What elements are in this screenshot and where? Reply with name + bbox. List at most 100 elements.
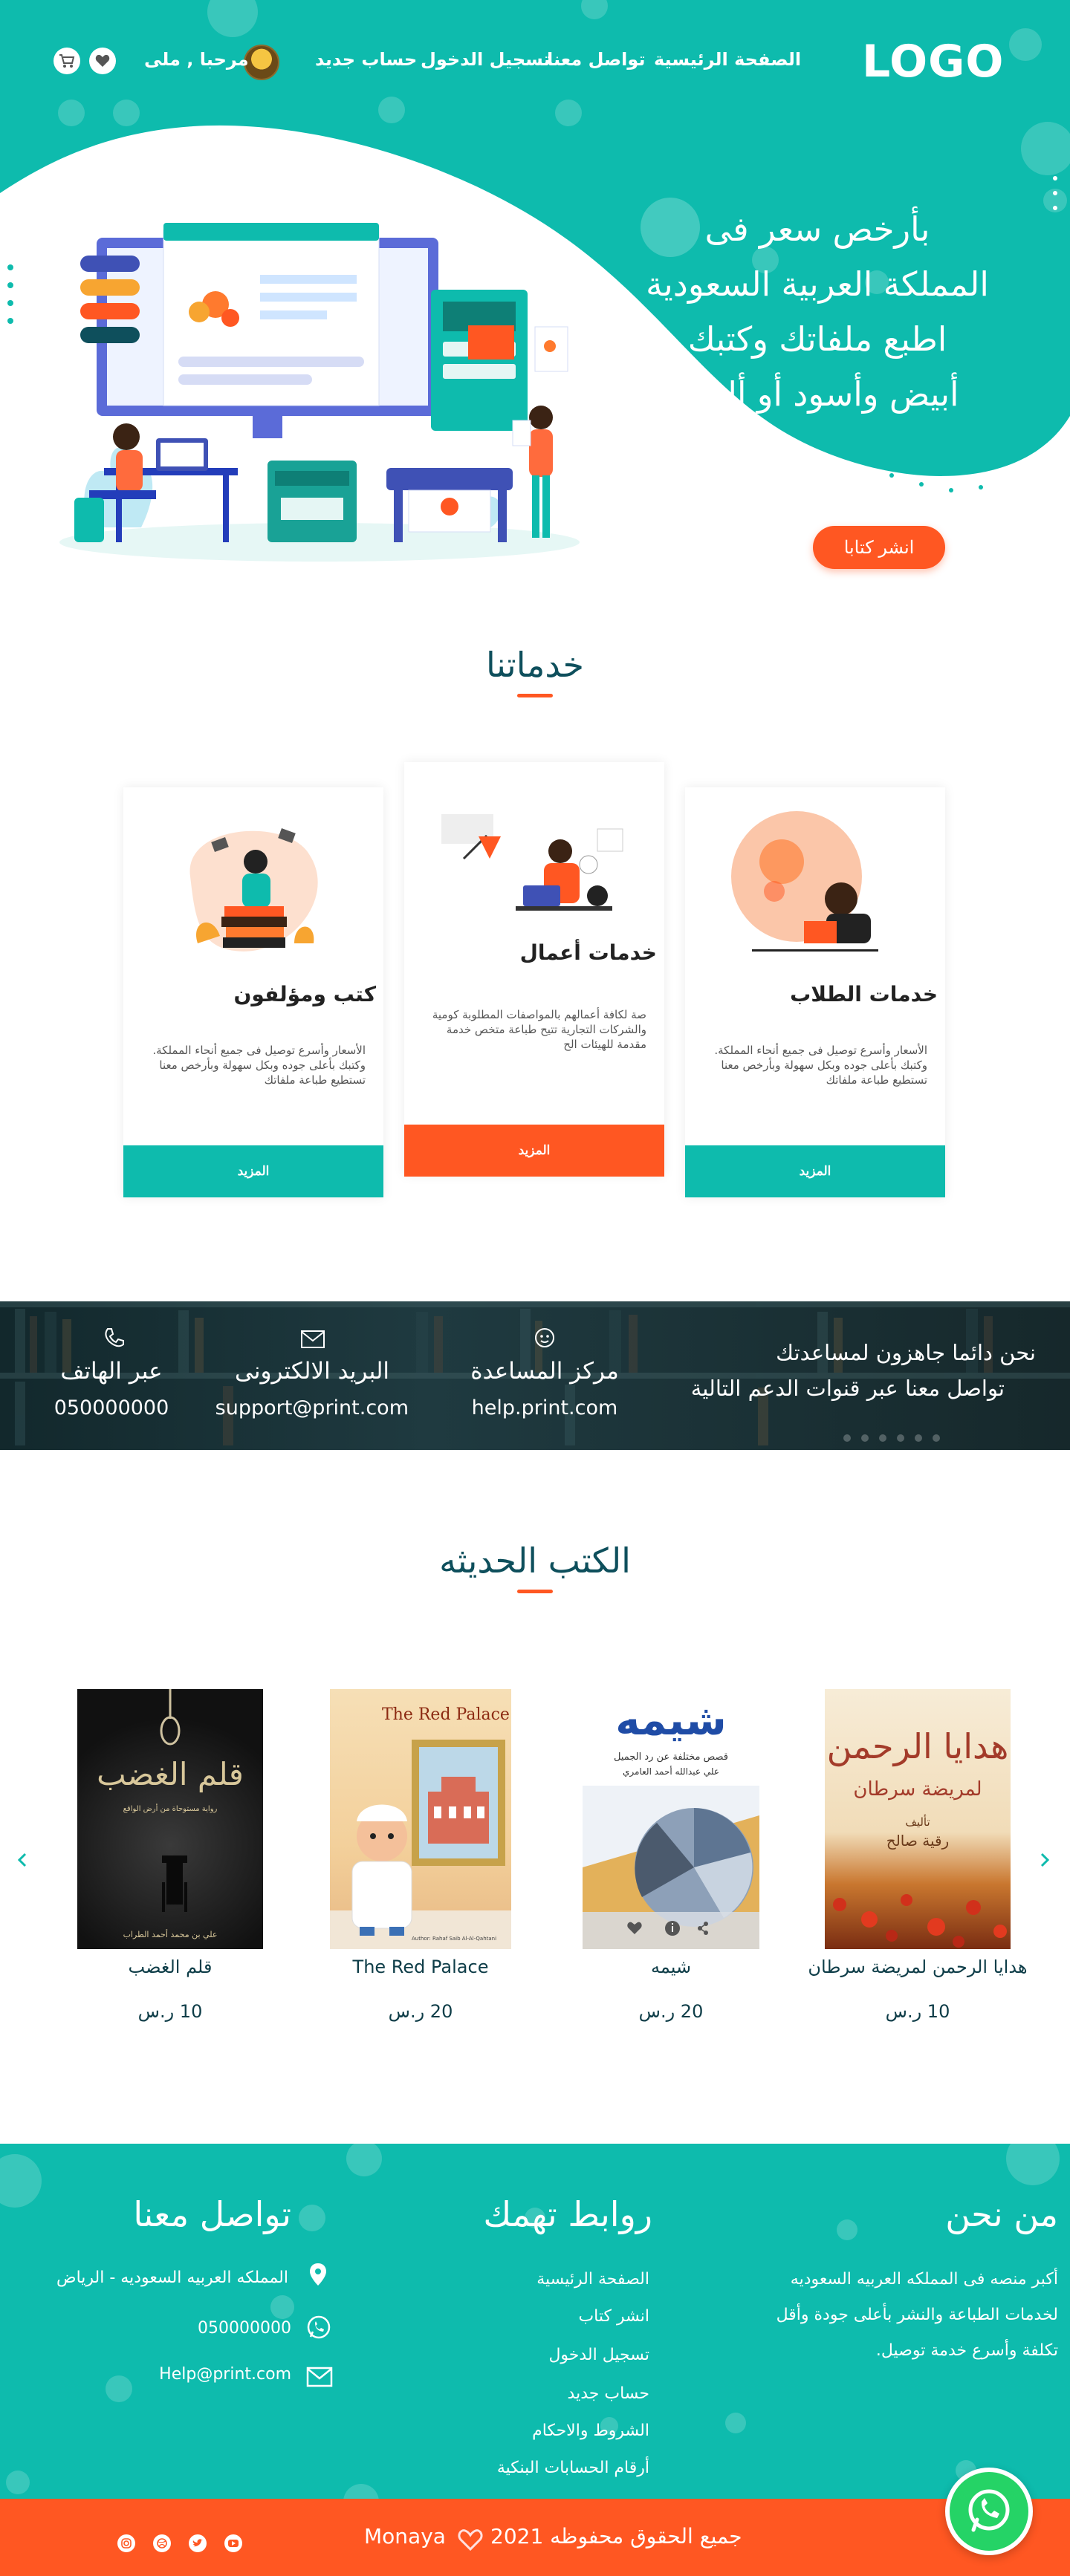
book-cover[interactable]: قلم الغضب رواية مستوحاة من أرض الواقع عل… xyxy=(77,1689,263,1949)
service-card-more-button[interactable]: المزيد xyxy=(404,1125,664,1177)
hero-headline-line-4: أبيض وأسود أو ألوان xyxy=(675,374,959,414)
youtube-link[interactable] xyxy=(224,2534,242,2552)
phone-support-number[interactable]: 050000000 xyxy=(45,1396,178,1419)
book-price: 10 ر.س xyxy=(137,2001,203,2022)
service-card-more-button[interactable]: المزيد xyxy=(123,1145,383,1197)
book-cover-heading: The Red Palace xyxy=(382,1705,510,1724)
carousel-prev-arrow[interactable] xyxy=(15,1850,30,1874)
authors-illustration xyxy=(189,828,318,952)
book-cover-author: علي بن محمد أحمد الطراب xyxy=(123,1930,218,1939)
footer-link-bank-accounts[interactable]: أرقام الحسابات البنكية xyxy=(497,2459,649,2477)
heart-icon xyxy=(458,2529,483,2551)
services-title: خدماتنا xyxy=(486,645,584,685)
help-center-link[interactable]: help.print.com xyxy=(461,1396,629,1419)
dribbble-link[interactable] xyxy=(153,2534,171,2552)
site-footer: من نحن أكبر منصه فى المملكه العربيه السع… xyxy=(0,2144,1070,2499)
footer-about-line: لخدمات الطباعة والنشر بأعلى جودة وأقل xyxy=(776,2306,1058,2324)
location-icon xyxy=(310,2263,326,2286)
students-illustration xyxy=(731,811,878,952)
book-cover[interactable]: The Red Palace Author: Rahaf Saib Al-Al-… xyxy=(330,1689,511,1949)
book-cover[interactable]: هدايا الرحمن لمريضة سرطان تأليف رقية صال… xyxy=(825,1689,1011,1949)
user-greeting[interactable]: مرحبا , ملى xyxy=(144,49,249,70)
footer-links-title: روابط تهمك xyxy=(483,2194,652,2234)
book-cover-subtitle: رواية مستوحاة من أرض الواقع xyxy=(123,1805,218,1813)
service-card-title: خدمات الطلاب xyxy=(790,982,938,1006)
support-subheadline: تواصل معنا عبر قنوات الدعم التالية xyxy=(690,1376,1005,1401)
book-cover-author: رقية صالح xyxy=(886,1832,950,1850)
support-headline: نحن دائما جاهزون لمساعدتك xyxy=(776,1340,1036,1365)
service-card-description: صة لكافة أعمالهم بالمواصفات المطلوبة كوم… xyxy=(432,1008,646,1051)
headset-icon xyxy=(535,1328,554,1347)
email-support-link[interactable]: support@print.com xyxy=(215,1396,409,1419)
phone-icon xyxy=(105,1328,124,1347)
service-card-authors: كتب ومؤلفون الأسعار وأسرع توصيل فى جميع … xyxy=(123,787,383,1197)
book-cover-subtitle: لمريضة سرطان xyxy=(853,1778,982,1801)
footer-link-register[interactable]: حساب جديد xyxy=(568,2384,649,2403)
book-title[interactable]: The Red Palace xyxy=(309,1957,532,1977)
services-title-underline xyxy=(517,694,553,697)
hero-headline-line-1: بأرخص سعر فى xyxy=(704,209,930,249)
footer-email[interactable]: Help@print.com xyxy=(159,2365,291,2384)
service-card-students: خدمات الطلاب الأسعار وأسرع توصيل فى جميع… xyxy=(685,787,945,1197)
youtube-icon xyxy=(228,2540,239,2547)
nav-contact-link[interactable]: تواصل معنا xyxy=(547,49,645,70)
footer-address: المملكه العربيه السعوديه - الرياض xyxy=(56,2268,288,2287)
whatsapp-small-icon xyxy=(307,2315,331,2339)
book-cover[interactable]: شيمه قصص مختلفة عن رد الجميل علي عبدالله… xyxy=(583,1689,759,1949)
business-illustration xyxy=(441,814,627,911)
hero-headline-line-2: المملكة العربية السعودية xyxy=(646,264,989,304)
book-cover-art xyxy=(160,1689,187,1912)
footer-about-line: أكبر منصه فى المملكه العربيه السعوديه xyxy=(790,2270,1058,2289)
service-card-business: خدمات أعمال صة لكافة أعمالهم بالمواصفات … xyxy=(404,762,664,1177)
chevron-right-icon xyxy=(1040,1853,1050,1867)
twitter-icon xyxy=(192,2539,203,2547)
service-card-more-button[interactable]: المزيد xyxy=(685,1145,945,1197)
book-actions xyxy=(627,1921,708,1936)
book-cover-subtitle: قصص مختلفة عن رد الجميل xyxy=(613,1752,729,1763)
service-card-title: خدمات أعمال xyxy=(519,940,657,965)
heart-icon xyxy=(95,54,110,67)
service-card-description: الأسعار وأسرع توصيل فى جميع أنحاء المملك… xyxy=(714,1044,927,1087)
site-logo[interactable]: LOGO xyxy=(862,36,1004,88)
footer-link-terms[interactable]: الشروط والاحكام xyxy=(532,2421,649,2440)
book-title[interactable]: هدايا الرحمن لمريضة سرطان xyxy=(806,1957,1029,1977)
hero-headline-line-3: اطبع ملفاتك وكتبك xyxy=(687,319,947,359)
book-price: 10 ر.س xyxy=(885,2001,950,2022)
whatsapp-chat-button[interactable] xyxy=(945,2468,1033,2555)
user-avatar[interactable] xyxy=(244,45,279,80)
wishlist-button[interactable] xyxy=(89,48,116,74)
book-cover-heading: هدايا الرحمن xyxy=(826,1726,1009,1766)
hero-headline: بأرخص سعر فى المملكة العربية السعودية اط… xyxy=(594,202,1040,422)
service-card-title: كتب ومؤلفون xyxy=(233,982,376,1006)
books-title-underline xyxy=(517,1590,553,1593)
mail-icon xyxy=(301,1330,325,1348)
book-cover-heading: قلم الغضب xyxy=(97,1756,244,1792)
book-cover-author-label: تأليف xyxy=(905,1815,930,1829)
book-cover-author: علي عبدالله أحمد العامري xyxy=(623,1766,719,1777)
book-title[interactable]: قلم الغضب xyxy=(59,1957,282,1977)
twitter-link[interactable] xyxy=(189,2534,207,2552)
help-center-label: مركز المساعدة xyxy=(470,1358,619,1385)
footer-link-home[interactable]: الصفحة الرئيسية xyxy=(536,2270,649,2289)
book-title[interactable]: شيمه xyxy=(560,1957,782,1977)
nav-login-link[interactable]: تسجيل الدخول xyxy=(421,49,551,70)
book-price: 20 ر.س xyxy=(388,2001,453,2022)
nav-register-link[interactable]: حساب جديد xyxy=(315,49,417,70)
books-title: الكتب الحديثه xyxy=(439,1541,631,1581)
poppy-field-art xyxy=(833,1894,1007,1948)
book-cover-heading: شيمه xyxy=(615,1697,727,1745)
chevron-left-icon xyxy=(17,1853,27,1867)
copyright-brand[interactable]: Monaya xyxy=(364,2524,446,2549)
cart-button[interactable] xyxy=(54,48,80,74)
footer-link-login[interactable]: تسجيل الدخول xyxy=(548,2346,649,2364)
publish-book-button[interactable]: انشر كتابا xyxy=(813,526,945,569)
carousel-next-arrow[interactable] xyxy=(1037,1850,1052,1874)
dribbble-icon xyxy=(157,2538,167,2549)
footer-contact-title: تواصل معنا xyxy=(133,2194,291,2234)
instagram-link[interactable] xyxy=(117,2534,135,2552)
copyright-text: جميع الحقوق محفوظه 2021 xyxy=(490,2524,742,2549)
footer-about-line: تكلفة وأسرع خدمة توصيل. xyxy=(875,2341,1058,2360)
nav-home-link[interactable]: الصفحة الرئيسية xyxy=(654,49,801,70)
footer-link-publish[interactable]: انشر كتاب xyxy=(578,2307,649,2326)
footer-phone[interactable]: 050000000 xyxy=(198,2319,291,2338)
